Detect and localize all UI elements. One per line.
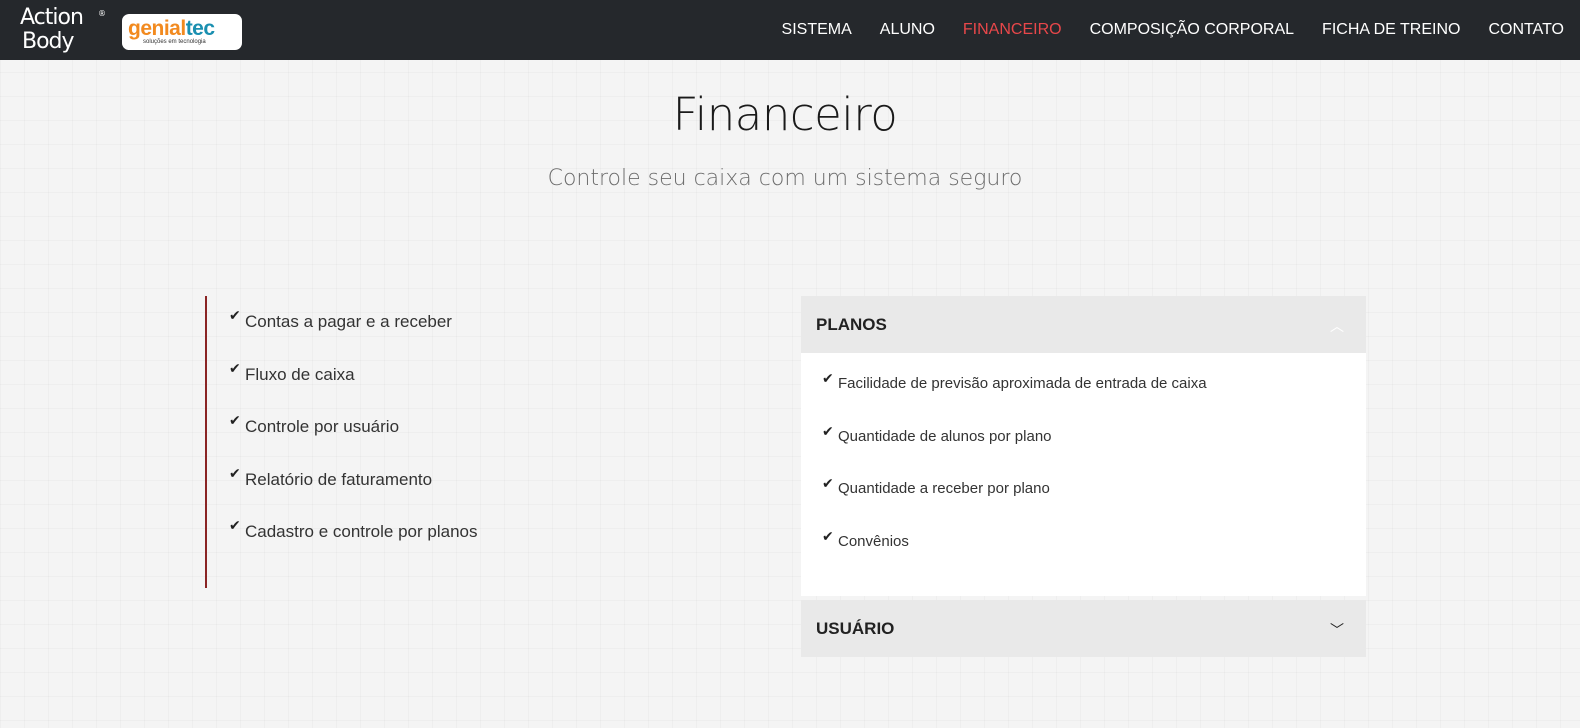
feature-item-label: Cadastro e controle por planos (245, 522, 478, 541)
chevron-up-icon: ︿ (1330, 319, 1344, 335)
check-icon: ✔ (229, 518, 241, 534)
list-item-label: Quantidade de alunos por plano (838, 427, 1052, 445)
list-item: ✔ Quantidade de alunos por plano (822, 424, 1366, 477)
feature-panel: ✔ Contas a pagar e a receber ✔ Fluxo de ca… (205, 296, 727, 588)
accordion-header-planos[interactable]: PLANOS ︿ (801, 296, 1366, 353)
check-icon: ✔ (229, 308, 241, 324)
registered-mark: ® (98, 9, 106, 18)
check-icon: ✔ (822, 476, 834, 492)
nav-item-sistema[interactable]: SISTEMA (782, 21, 852, 39)
check-icon: ✔ (229, 465, 241, 482)
genialtec-wordmark-b: tec (185, 17, 215, 40)
list-item-label: Quantidade a receber por plano (838, 480, 1050, 497)
page-title: Financeiro (672, 88, 898, 141)
accordion-title-usuario: USUÁRIO (816, 619, 895, 638)
genialtec-logo[interactable]: genialtec soluções em tecnologia (122, 14, 242, 50)
check-icon: ✔ (229, 360, 241, 377)
check-icon: ✔ (822, 528, 834, 545)
feature-item-label: Contas a pagar e a receber (245, 312, 452, 331)
accordion-body-planos: ✔ Facilidade de previsão aproximada de en… (801, 353, 1366, 596)
genialtec-wordmark-a: genial (128, 17, 186, 40)
feature-item: ✔ Fluxo de caixa (229, 361, 727, 414)
main-nav: SISTEMA ALUNO FINANCEIRO COMPOSIÇÃO CORP… (754, 0, 1564, 60)
list-item-label: Facilidade de previsão aproximada de ent… (838, 375, 1207, 392)
list-item: ✔ Facilidade de previsão aproximada de en… (822, 371, 1366, 424)
feature-item-label: Relatório de faturamento (245, 469, 433, 489)
feature-item: ✔ Controle por usuário (229, 413, 727, 466)
feature-item: ✔ Cadastro e controle por planos (229, 518, 727, 571)
feature-item: ✔ Relatório de faturamento (229, 466, 727, 519)
list-item-label: Convênios (838, 532, 909, 550)
logo-line-1: Action (20, 5, 84, 30)
logo-line-2: Body (22, 29, 75, 54)
nav-item-contato[interactable]: CONTATO (1488, 21, 1564, 39)
accordion-title-planos: PLANOS (816, 315, 887, 334)
accordion-header-usuario[interactable]: USUÁRIO ﹀ (801, 600, 1366, 657)
feature-list: ✔ Contas a pagar e a receber ✔ Fluxo de ca… (207, 296, 727, 571)
check-icon: ✔ (822, 371, 834, 387)
planos-list: ✔ Facilidade de previsão aproximada de en… (801, 353, 1366, 581)
list-item: ✔ Convênios (822, 529, 1366, 582)
nav-item-aluno[interactable]: ALUNO (880, 21, 935, 39)
list-item: ✔ Quantidade a receber por plano (822, 476, 1366, 529)
check-icon: ✔ (229, 413, 241, 429)
feature-item: ✔ Contas a pagar e a receber (229, 308, 727, 361)
feature-item-label: Controle por usuário (245, 417, 400, 436)
check-icon: ✔ (822, 423, 834, 440)
accordion: PLANOS ︿ ✔ Facilidade de previsão aproxim… (801, 296, 1366, 657)
nav-item-composicao-corporal[interactable]: COMPOSIÇÃO CORPORAL (1090, 21, 1294, 39)
chevron-down-icon: ﹀ (1330, 623, 1344, 639)
navbar: Action Body ® genialtec soluções em tecn… (0, 0, 1580, 60)
genialtec-tagline: soluções em tecnologia (143, 39, 206, 45)
feature-item-label: Fluxo de caixa (245, 364, 355, 384)
action-body-logo[interactable]: Action Body ® (18, 3, 108, 57)
genialtec-wordmark: genialtec (128, 17, 215, 41)
nav-item-financeiro[interactable]: FINANCEIRO (963, 21, 1062, 39)
nav-item-ficha-de-treino[interactable]: FICHA DE TREINO (1322, 21, 1460, 39)
page-subtitle: Controle seu caixa com um sistema seguro (547, 166, 1023, 191)
